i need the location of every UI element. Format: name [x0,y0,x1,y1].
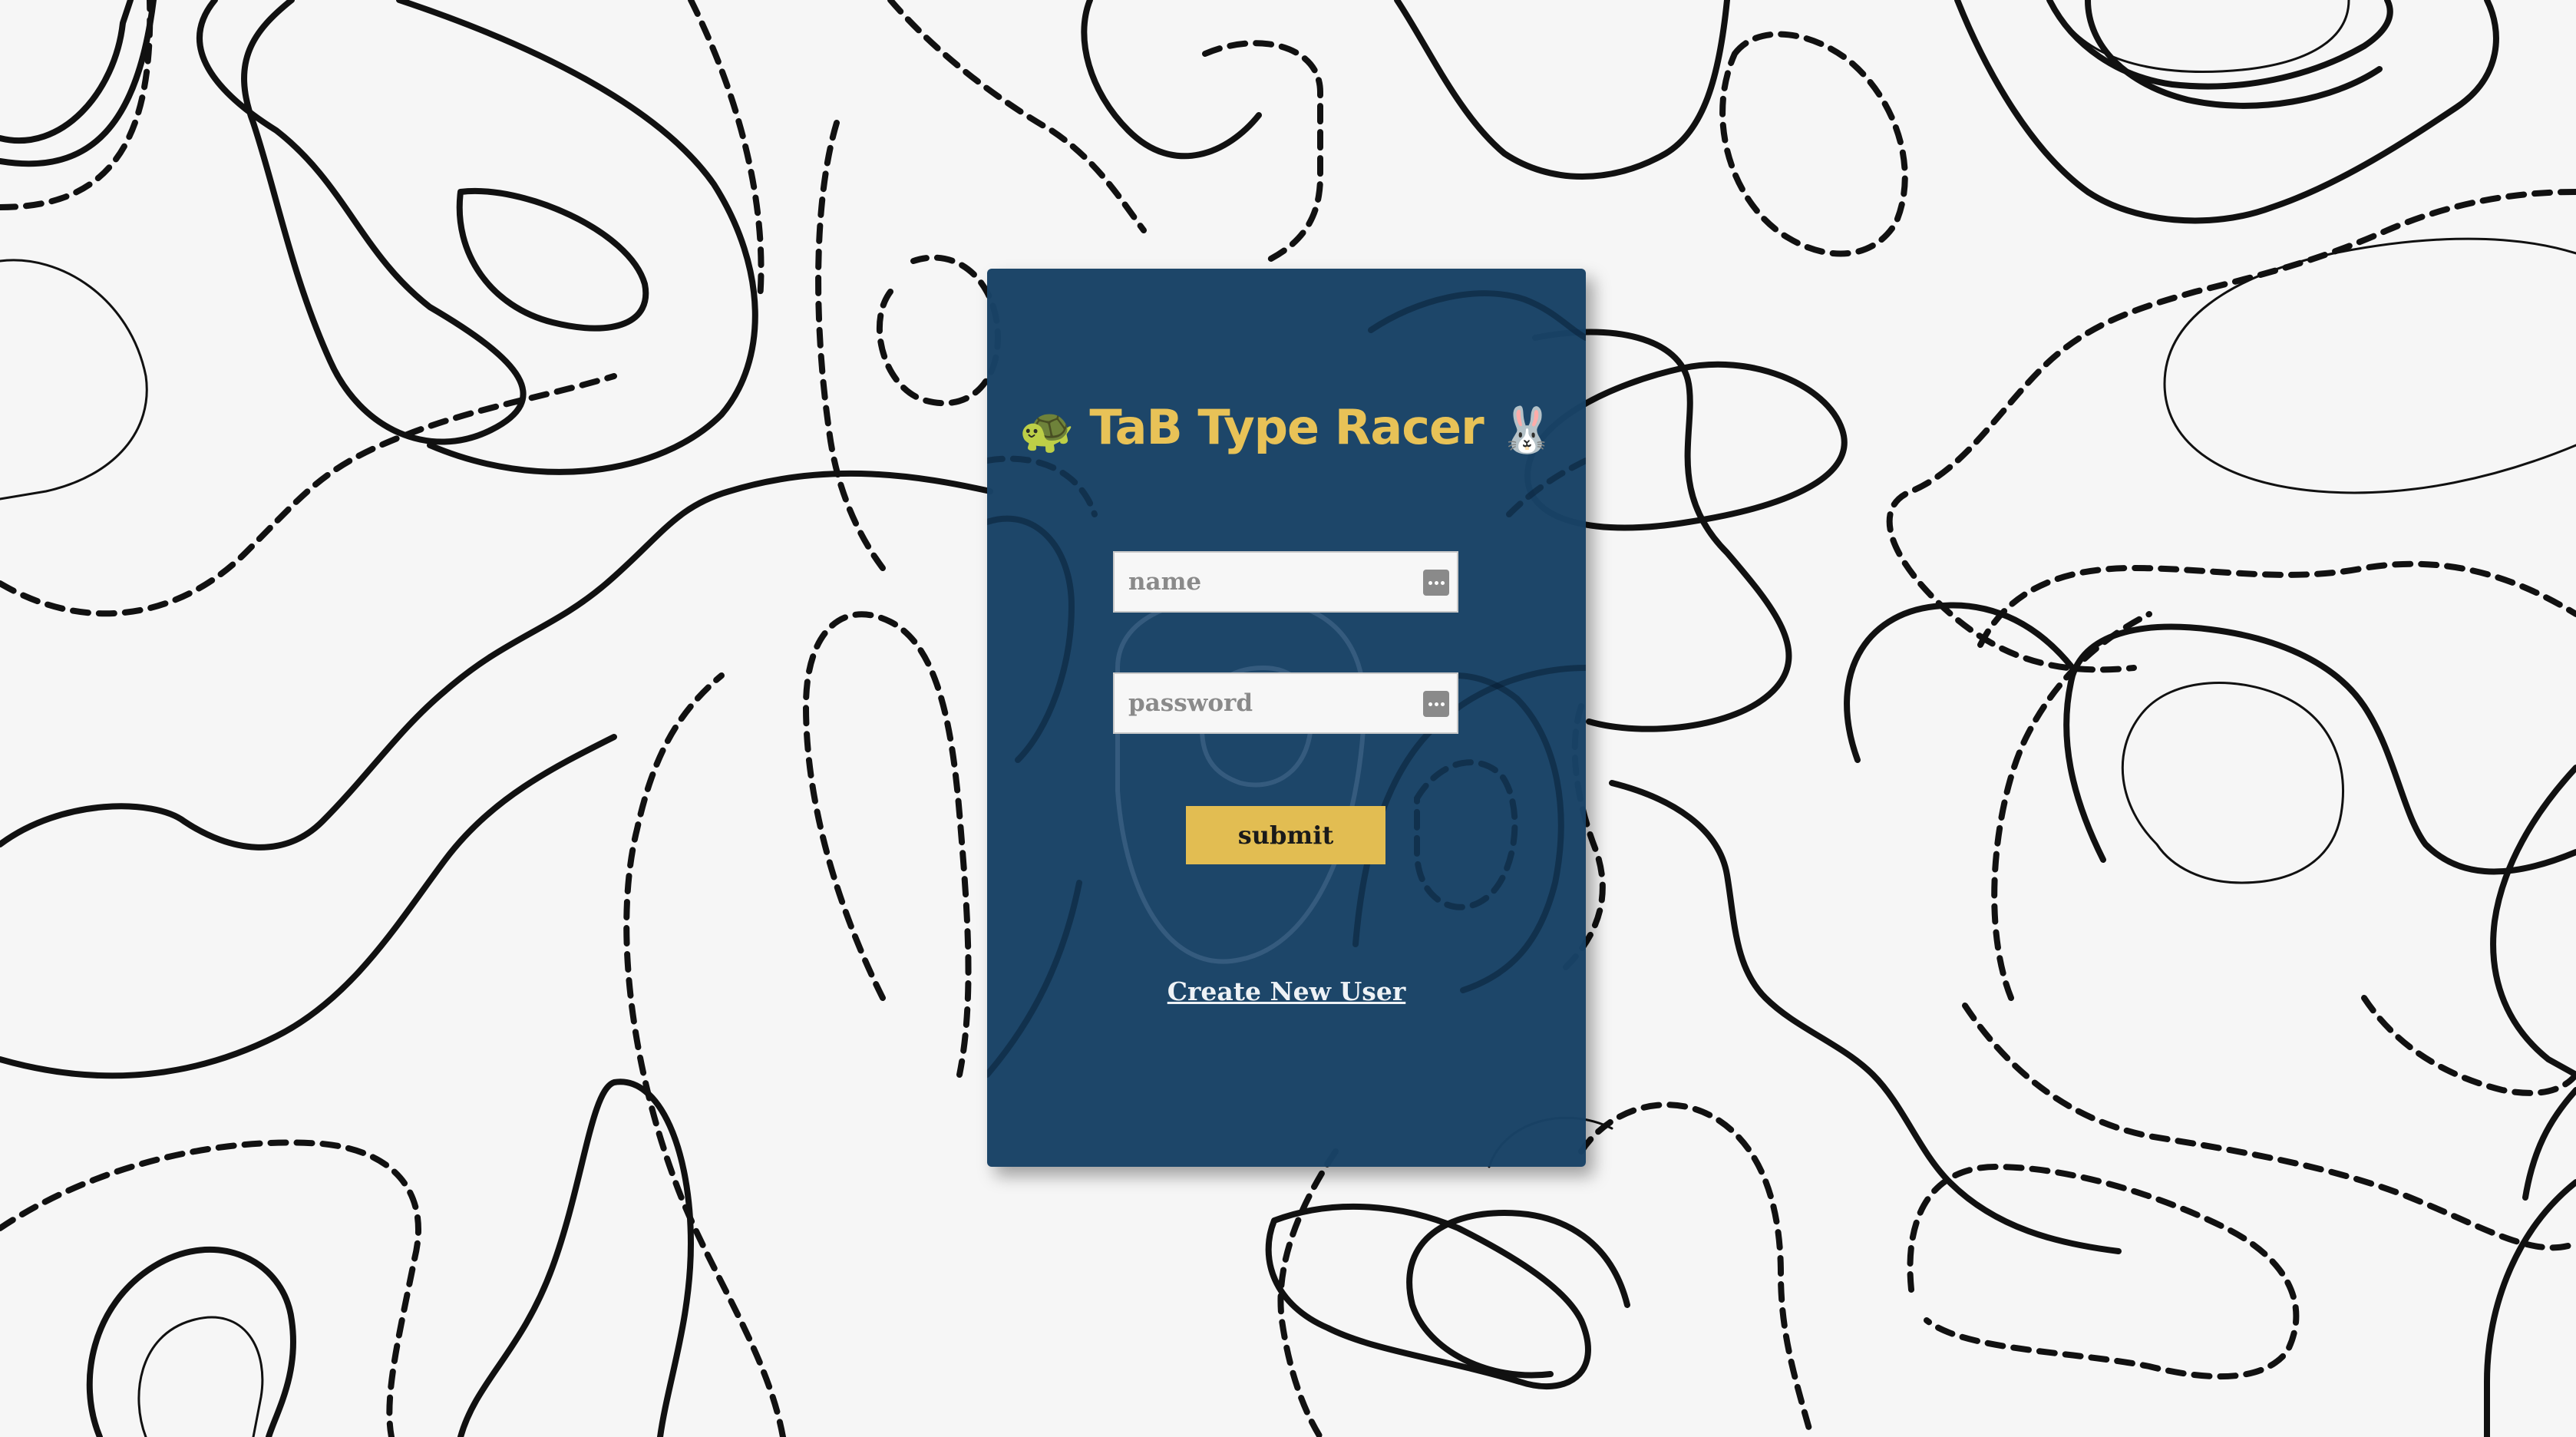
login-card: 🐢 TaB Type Racer 🐰 submit Create New Use… [987,269,1586,1167]
submit-button[interactable]: submit [1186,806,1385,864]
name-input[interactable] [1115,553,1457,611]
turtle-icon: 🐢 [1019,404,1075,456]
password-input[interactable] [1115,674,1457,732]
create-new-user-link[interactable]: Create New User [987,976,1586,1006]
password-manager-key-icon[interactable] [1423,691,1449,717]
app-title-text: TaB Type Racer [1089,399,1484,455]
app-title: 🐢 TaB Type Racer 🐰 [987,399,1586,457]
name-field[interactable] [1113,551,1458,613]
rabbit-icon: 🐰 [1499,404,1554,456]
password-manager-key-icon[interactable] [1423,570,1449,596]
password-field[interactable] [1113,672,1458,734]
